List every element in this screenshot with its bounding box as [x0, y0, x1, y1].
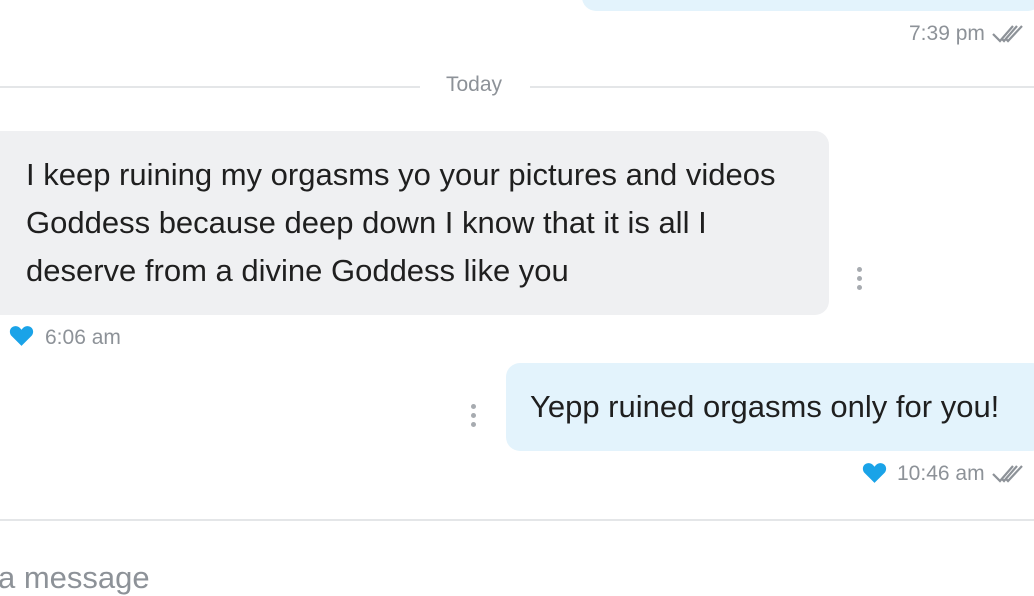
heart-icon[interactable]: [862, 461, 887, 484]
double-check-icon: [991, 465, 1023, 483]
message-text: I keep ruining my orgasms yo your pictur…: [26, 157, 776, 288]
message-time: 6:06 am: [45, 326, 121, 349]
divider-line-right: [530, 86, 1034, 88]
outgoing-message-bubble[interactable]: Yepp ruined orgasms only for you!: [506, 363, 1034, 451]
date-divider-label: Today: [446, 73, 503, 96]
vertical-dots-icon[interactable]: [471, 404, 477, 431]
divider-line-left: [0, 86, 420, 88]
message-time: 10:46 am: [897, 462, 985, 485]
vertical-dots-icon[interactable]: [857, 267, 863, 294]
heart-icon[interactable]: [9, 324, 34, 347]
message-meta: 7:39 pm: [909, 22, 1025, 46]
message-input[interactable]: a message: [0, 560, 150, 596]
double-check-icon: [992, 25, 1023, 43]
message-meta: 10:46 am: [897, 462, 1025, 486]
message-meta: 6:06 am: [45, 326, 121, 350]
composer-divider: [0, 519, 1034, 521]
message-text: Yepp ruined orgasms only for you!: [530, 389, 1000, 424]
message-time: 7:39 pm: [909, 22, 985, 45]
outgoing-message-bubble-partial[interactable]: [582, 0, 1034, 11]
incoming-message-bubble[interactable]: I keep ruining my orgasms yo your pictur…: [0, 131, 829, 315]
